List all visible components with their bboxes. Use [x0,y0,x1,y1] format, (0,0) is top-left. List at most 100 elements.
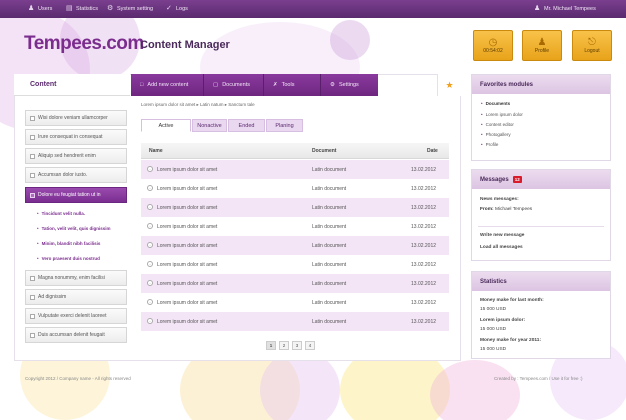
column-date-header[interactable]: Date [427,148,438,154]
table-row[interactable]: - Lorem ipsum dolor sit amet Latin documen… [141,255,449,274]
logout-label: Logout [584,48,600,54]
sidebar-item[interactable]: Aliquip sed hendrerit enim [25,148,127,164]
sidebar-item-label: Magna nonummy, enim facilisi [38,275,105,281]
main-tab-bar: □ Add new content ▢ Documents ✗ Tools ⚙ … [131,74,378,96]
subtab-nonactive[interactable]: Nonactive [192,119,227,132]
nav-statistics[interactable]: ▤ Statistics [66,5,98,12]
row-name: Lorem ipsum dolor sit amet [157,262,218,268]
favorite-link[interactable]: • Photogallery [481,132,511,137]
row-icon[interactable]: - [147,242,153,248]
sidebar-item[interactable]: Ad dignissim [25,289,127,305]
nav-users[interactable]: ♟ Users [28,5,52,12]
bullet-square-icon [30,276,35,281]
table-row[interactable]: - Lorem ipsum dolor sit amet Latin documen… [141,236,449,255]
sidebar-item-active[interactable]: Dolore eu feugiat tation ut in [25,187,127,203]
stat-value: 15 000 USD [480,347,507,352]
row-name: Lorem ipsum dolor sit amet [157,243,218,249]
table-row[interactable]: - Lorem ipsum dolor sit amet Latin documen… [141,312,449,331]
stat-value: 15 000 USD [480,307,507,312]
sidebar-item[interactable]: Irure consequat in consequat [25,129,127,145]
tab-add-new-content[interactable]: □ Add new content [131,74,204,96]
page-button-1[interactable]: 1 [266,341,276,350]
clock-button[interactable]: ◷ 00:54:02 [473,30,513,61]
user-menu[interactable]: ♟ Mr. Michael Tempees [534,5,596,12]
row-icon[interactable]: - [147,223,153,229]
sidebar-item[interactable]: Accumsan dolor iusto. [25,167,127,183]
row-date: 13.02.2012 [411,186,437,192]
sidebar-subitem-label: Tation, velit velit, quis dignissim [41,226,111,231]
nav-logs[interactable]: ✓ Logs [166,5,188,12]
logout-button[interactable]: ⎋ Logout [572,30,612,61]
row-icon[interactable]: - [147,185,153,191]
clock-icon: ◷ [488,37,498,48]
table-row[interactable]: - Lorem ipsum dolor sit amet Latin documen… [141,274,449,293]
sidebar-item[interactable]: Vulputate exerci delenit laoreet [25,308,127,324]
row-icon[interactable]: - [147,318,153,324]
page-button-3[interactable]: 3 [292,341,302,350]
footer-copyright: Copyright 2012 / Company name - All righ… [25,376,131,381]
page-button-4[interactable]: 4 [305,341,315,350]
favorite-link[interactable]: • Profile [481,142,498,147]
stat-label: Lorem ipsum dolor: [480,318,526,323]
sidebar-item[interactable]: Wisi dolore veniam ullamcorper [25,110,127,126]
subtab-active[interactable]: Active [141,119,191,132]
document-icon: ▢ [213,82,219,88]
favorite-link[interactable]: • Documents [481,101,510,106]
sidebar-item-label: Vulputate exerci delenit laoreet [38,313,107,319]
profile-button[interactable]: ♟ Profile [522,30,562,61]
sidebar-item[interactable]: Magna nonummy, enim facilisi [25,270,127,286]
statistics-header: Statistics [472,272,610,291]
page-button-2[interactable]: 2 [279,341,289,350]
nav-system-setting[interactable]: ⚙ System setting [107,5,153,12]
bullet-icon: • [37,226,39,231]
row-name: Lorem ipsum dolor sit amet [157,281,218,287]
profile-label: Profile [534,48,550,54]
top-navigation-bar: ♟ Users ▤ Statistics ⚙ System setting ✓ … [0,0,626,18]
table-header: Name Document Date [141,143,449,159]
statistics-panel: Statistics [471,271,611,359]
subtab-ended[interactable]: Ended [228,119,265,132]
footer-credits[interactable]: Created by : Tempees.com / Use it for fr… [494,376,582,381]
row-icon[interactable]: - [147,280,153,286]
favorite-link[interactable]: • Content editor [481,122,514,127]
sidebar-subitem[interactable]: • Tation, velit velit, quis dignissim [37,226,111,231]
column-name-header[interactable]: Name [149,148,163,154]
row-icon[interactable]: - [147,166,153,172]
stat-value: 15 000 USD [480,327,507,332]
favorite-link[interactable]: • Lorem ipsum dolor [481,112,523,117]
breadcrumb[interactable]: Lorem ipsum dolor sit amet ▸ Latin natum… [141,102,255,108]
sidebar-subitem[interactable]: • Vero praesent duis nostrud [37,256,100,261]
add-document-icon: □ [140,82,144,88]
bullet-icon: • [481,101,483,106]
subtab-planing[interactable]: Planing [266,119,303,132]
sidebar-item-label: Irure consequat in consequat [38,134,103,140]
table-row[interactable]: - Lorem ipsum dolor sit amet Latin documen… [141,217,449,236]
tab-tools[interactable]: ✗ Tools [264,74,321,96]
sidebar-subitem[interactable]: • Tincidunt velit nulla. [37,211,85,216]
tab-settings[interactable]: ⚙ Settings [321,74,378,96]
favorites-title: Favorites modules [472,75,610,94]
row-icon[interactable]: - [147,261,153,267]
table-row[interactable]: - Lorem ipsum dolor sit amet Latin documen… [141,293,449,312]
message-from[interactable]: From: Michael Tempees [480,207,532,212]
favorite-star-button[interactable]: ★ [437,74,461,96]
messages-header: Messages 12 [472,170,610,189]
row-icon[interactable]: - [147,299,153,305]
sidebar-subitem[interactable]: • Minim, blandit nibh facilisis [37,241,100,246]
table-row[interactable]: - Lorem ipsum dolor sit amet Latin documen… [141,179,449,198]
row-document: Latin document [312,281,347,287]
sidebar-item[interactable]: Duis accumsan delenit feugait [25,327,127,343]
row-icon[interactable]: - [147,204,153,210]
tools-icon: ✗ [273,82,278,88]
load-all-messages-link[interactable]: Load all messages [480,245,523,250]
column-document-header[interactable]: Document [312,148,336,154]
write-new-message-link[interactable]: Write new message [480,233,524,238]
sidebar-item-label: Aliquip sed hendrerit enim [38,153,96,159]
table-row[interactable]: - Lorem ipsum dolor sit amet Latin documen… [141,160,449,179]
logo[interactable]: Tempees.com [24,33,144,55]
bullet-icon: • [481,132,483,137]
tab-documents[interactable]: ▢ Documents [204,74,264,96]
messages-title: Messages [480,176,509,183]
table-row[interactable]: - Lorem ipsum dolor sit amet Latin documen… [141,198,449,217]
row-date: 13.02.2012 [411,243,437,249]
